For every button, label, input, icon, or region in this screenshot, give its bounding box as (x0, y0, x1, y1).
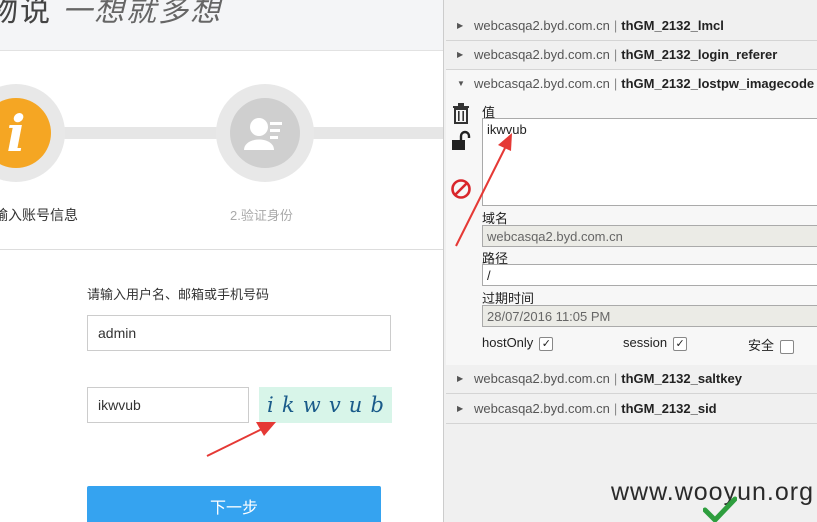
secure-checkbox[interactable] (780, 339, 795, 354)
captcha-char: u (348, 393, 363, 417)
cookie-expires-field[interactable] (482, 305, 817, 327)
cookie-domain: webcasqa2.byd.com.cn (474, 47, 610, 62)
unlock-icon[interactable] (450, 130, 472, 152)
step-1-circle: i (0, 84, 65, 182)
cookie-name: thGM_2132_sid (621, 401, 717, 416)
expand-triangle-icon: ▶ (457, 374, 464, 383)
id-card-icon (230, 98, 300, 168)
expand-triangle-icon: ▶ (457, 404, 464, 413)
cookie-row-sid[interactable]: ▶ webcasqa2.byd.com.cn | thGM_2132_sid (446, 395, 817, 424)
step-2-label: 2.验证身份 (230, 208, 293, 223)
header-title-text: 物说 (0, 0, 52, 29)
cookie-domain-field[interactable] (482, 225, 817, 247)
collapse-triangle-icon: ▼ (457, 79, 465, 88)
cookie-row-lmcl[interactable]: ▶ webcasqa2.byd.com.cn | thGM_2132_lmcl (446, 12, 817, 41)
hostonly-flag: hostOnly ✓ (482, 335, 554, 351)
secure-label: 安全 (748, 338, 775, 353)
hostonly-label: hostOnly (482, 335, 534, 350)
cookie-name: thGM_2132_lmcl (621, 18, 724, 33)
step-1-label: 输入账号信息 (0, 207, 78, 223)
section-divider (0, 249, 443, 250)
session-checkbox[interactable]: ✓ (673, 336, 688, 351)
trash-icon[interactable] (450, 102, 472, 124)
info-icon: i (0, 98, 51, 168)
cookie-row-lostpw-imagecode[interactable]: ▼ webcasqa2.byd.com.cn | thGM_2132_lostpw_… (446, 70, 817, 99)
captcha-char: v (328, 393, 341, 417)
captcha-input[interactable] (87, 387, 249, 423)
cookie-separator: | (613, 371, 618, 386)
cookie-path-field[interactable] (482, 264, 817, 286)
session-label: session (623, 335, 668, 350)
page-header: 物说一想就多想 (0, 0, 443, 51)
cookie-row-login-referer[interactable]: ▶ webcasqa2.byd.com.cn | thGM_2132_login_r… (446, 41, 817, 70)
cookie-detail: 值 ikwvub 域名 路径 过期时间 hostOnly✓ session✓ 安… (446, 98, 817, 366)
secure-flag: 安全 (748, 335, 795, 354)
cookie-name: thGM_2132_lostpw_imagecode (621, 76, 815, 91)
step-2-circle (216, 84, 314, 182)
cookie-separator: | (613, 47, 618, 62)
session-flag: session ✓ (623, 335, 688, 351)
cookie-domain: webcasqa2.byd.com.cn (474, 18, 610, 33)
cookie-domain: webcasqa2.byd.com.cn (474, 76, 610, 91)
cookie-row-saltkey[interactable]: ▶ webcasqa2.byd.com.cn | thGM_2132_saltkey (446, 365, 817, 394)
block-icon[interactable] (450, 178, 472, 200)
header-slogan: 一想就多想 (62, 0, 222, 29)
form-hint: 请输入用户名、邮箱或手机号码 (87, 287, 270, 302)
expand-triangle-icon: ▶ (457, 21, 464, 30)
cookie-domain: webcasqa2.byd.com.cn (474, 401, 610, 416)
cookie-domain: webcasqa2.byd.com.cn (474, 371, 610, 386)
captcha-char: i (267, 393, 274, 417)
header-title: 物说一想就多想 (0, 0, 222, 30)
cookie-value-field[interactable]: ikwvub (482, 118, 817, 206)
hostonly-checkbox[interactable]: ✓ (539, 336, 554, 351)
cookie-separator: | (613, 401, 618, 416)
checkmark-icon (703, 496, 737, 522)
next-button[interactable]: 下一步 (87, 486, 381, 522)
cookie-name: thGM_2132_login_referer (621, 47, 778, 62)
captcha-image[interactable]: i k w v u b (259, 387, 392, 423)
cookie-editor-panel: ▶ webcasqa2.byd.com.cn | thGM_2132_lmcl ▶ … (443, 0, 817, 522)
captcha-char: w (302, 393, 321, 417)
captcha-char: b (370, 393, 384, 417)
reset-password-page: 物说一想就多想 i 输入账号信息 2.验证身份 请输入用户名、邮箱或手机号码 i… (0, 0, 443, 522)
username-input[interactable] (87, 315, 391, 351)
captcha-char: k (281, 393, 295, 417)
cookie-separator: | (613, 76, 618, 91)
cookie-separator: | (613, 18, 618, 33)
cookie-name: thGM_2132_saltkey (621, 371, 742, 386)
expand-triangle-icon: ▶ (457, 50, 464, 59)
